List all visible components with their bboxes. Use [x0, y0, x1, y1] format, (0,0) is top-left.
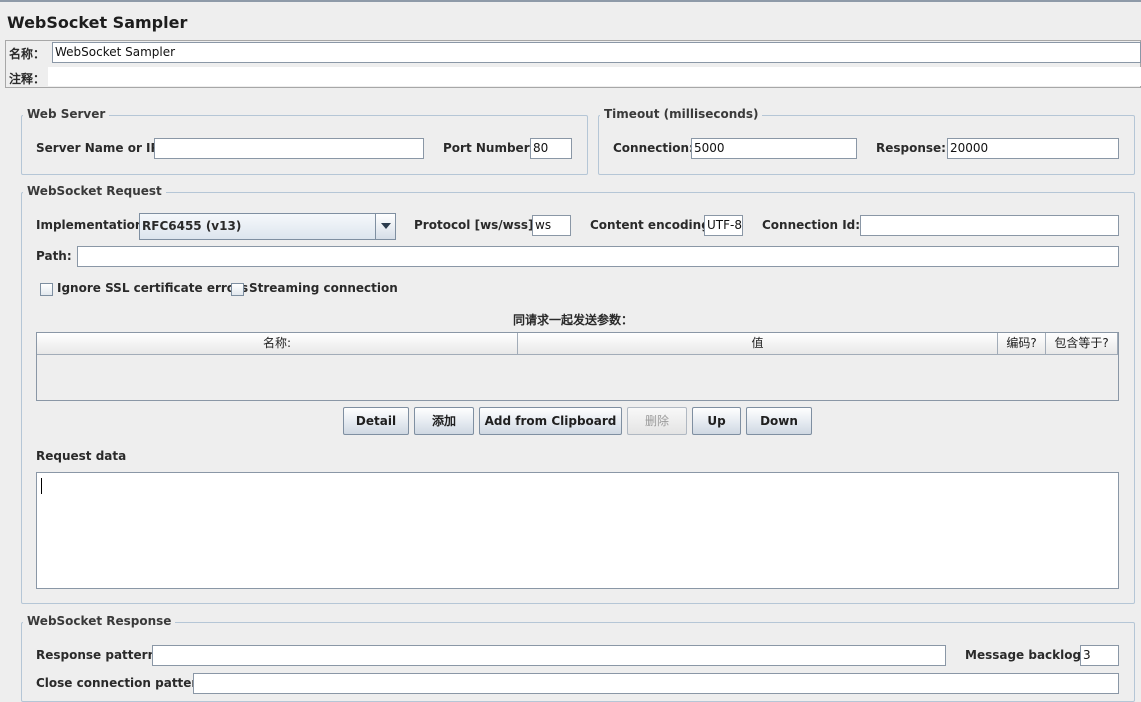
name-field[interactable]: WebSocket Sampler: [52, 42, 1141, 63]
response-pattern-input[interactable]: [152, 645, 946, 666]
parameters-table[interactable]: 名称: 值 编码? 包含等于?: [36, 332, 1119, 401]
server-name-label: Server Name or IP:: [36, 141, 165, 155]
delete-button[interactable]: 删除: [627, 407, 687, 435]
content-encoding-input[interactable]: UTF-8: [704, 215, 743, 236]
connection-id-input[interactable]: [860, 215, 1119, 236]
port-number-input[interactable]: 80: [530, 138, 572, 159]
column-header-encode[interactable]: 编码?: [998, 333, 1046, 355]
message-backlog-label: Message backlog:: [965, 648, 1086, 662]
comment-label: 注释：: [9, 72, 46, 86]
web-server-group-title: Web Server: [23, 107, 110, 121]
implementation-label: Implementation:: [36, 218, 149, 232]
window-top-border: [0, 0, 1141, 2]
text-caret: [41, 478, 42, 494]
page-title: WebSocket Sampler: [7, 13, 188, 32]
close-connection-pattern-label: Close connection pattern:: [36, 676, 211, 690]
connection-id-label: Connection Id:: [762, 218, 861, 232]
streaming-connection-checkbox[interactable]: [231, 283, 244, 296]
detail-button[interactable]: Detail: [343, 407, 409, 435]
implementation-dropdown-button[interactable]: [375, 214, 395, 239]
request-data-label: Request data: [36, 449, 127, 463]
protocol-label: Protocol [ws/wss]:: [414, 218, 539, 232]
up-button[interactable]: Up: [692, 407, 741, 435]
column-header-name[interactable]: 名称:: [37, 333, 518, 355]
response-timeout-input[interactable]: 20000: [947, 138, 1119, 159]
ignore-ssl-checkbox[interactable]: [40, 283, 53, 296]
down-button[interactable]: Down: [746, 407, 812, 435]
comment-field[interactable]: [48, 67, 1141, 86]
streaming-connection-label: Streaming connection: [249, 281, 398, 295]
timeout-group-title: Timeout (milliseconds): [600, 107, 763, 121]
name-label: 名称：: [9, 47, 46, 61]
path-label: Path:: [36, 249, 72, 263]
connection-timeout-input[interactable]: 5000: [691, 138, 857, 159]
add-button[interactable]: 添加: [414, 407, 474, 435]
message-backlog-input[interactable]: 3: [1080, 645, 1119, 666]
implementation-value: RFC6455 (v13): [142, 219, 242, 233]
websocket-response-group-title: WebSocket Response: [23, 614, 176, 628]
response-timeout-label: Response:: [876, 141, 946, 155]
connection-timeout-label: Connection:: [613, 141, 694, 155]
close-connection-pattern-input[interactable]: [193, 673, 1119, 694]
add-from-clipboard-button[interactable]: Add from Clipboard: [479, 407, 622, 435]
server-name-input[interactable]: [154, 138, 424, 159]
parameters-title: 同请求一起发送参数：: [513, 313, 634, 327]
port-number-label: Port Number:: [443, 141, 535, 155]
request-data-textarea[interactable]: [36, 472, 1119, 589]
chevron-down-icon: [381, 223, 391, 229]
protocol-input[interactable]: ws: [532, 215, 571, 236]
column-header-value[interactable]: 值: [518, 333, 998, 355]
path-input[interactable]: [77, 246, 1119, 267]
websocket-request-group-title: WebSocket Request: [23, 184, 166, 198]
implementation-dropdown[interactable]: RFC6455 (v13): [139, 213, 396, 240]
content-encoding-label: Content encoding:: [590, 218, 715, 232]
ignore-ssl-label: Ignore SSL certificate errors: [57, 281, 249, 295]
response-pattern-label: Response pattern:: [36, 648, 161, 662]
column-header-include-equals[interactable]: 包含等于?: [1046, 333, 1118, 355]
